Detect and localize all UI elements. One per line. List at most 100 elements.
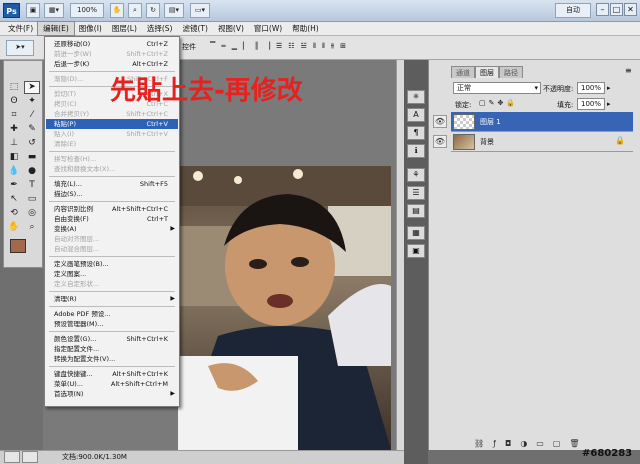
3d-orbit-tool-icon[interactable]: ◎ [24, 207, 40, 220]
crop-tool-icon[interactable]: ⌗ [6, 109, 22, 122]
opacity-input[interactable]: 100% [577, 82, 605, 94]
marquee-tool-icon[interactable]: ⬚ [6, 81, 22, 94]
menu-edit[interactable]: 编辑(E) [37, 21, 75, 36]
document-image[interactable] [178, 166, 391, 450]
document-thumbnail[interactable] [4, 451, 20, 463]
edit-menu-item[interactable]: 颜色设置(G)... Shift+Ctrl+K [46, 334, 178, 344]
lock-position-icon[interactable]: ✥ [498, 99, 504, 107]
dodge-tool-icon[interactable]: ● [24, 165, 40, 178]
menu-view[interactable]: 视图(V) [213, 22, 249, 35]
new-layer-icon[interactable]: ▢ [553, 438, 561, 450]
clone-stamp-tool-icon[interactable]: ⊥ [6, 137, 22, 150]
lock-transparency-icon[interactable]: ▢ [479, 99, 486, 107]
edit-menu-item[interactable]: 转换为配置文件(V)... [46, 354, 178, 364]
align-top-icon[interactable]: ▔ [210, 42, 215, 54]
paragraph-icon[interactable]: ℹ [407, 144, 425, 158]
actions-icon[interactable]: ▤ [407, 204, 425, 218]
blur-tool-icon[interactable]: 💧 [6, 165, 22, 178]
menu-layer[interactable]: 图层(L) [107, 22, 142, 35]
link-layers-icon[interactable]: ⛓ [474, 438, 484, 450]
foreground-color-swatch[interactable] [10, 239, 26, 253]
align-vcenter-icon[interactable]: ═ [221, 42, 225, 54]
notes-icon[interactable]: ▣ [407, 244, 425, 258]
edit-menu-item[interactable]: 菜单(U)... Alt+Shift+Ctrl+M [46, 379, 178, 389]
history-icon[interactable]: ☰ [407, 186, 425, 200]
rotate-view-icon[interactable]: ↻ [146, 3, 160, 18]
move-tool-icon[interactable]: ➤ [24, 81, 40, 94]
clone-source-icon[interactable]: ⚘ [407, 168, 425, 182]
edit-menu-item[interactable]: 内容识别比例 Alt+Shift+Ctrl+C [46, 204, 178, 214]
edit-menu-item[interactable]: 键盘快捷键... Alt+Shift+Ctrl+K [46, 369, 178, 379]
close-button[interactable]: ✕ [624, 3, 637, 16]
vertical-scrollbar[interactable] [396, 60, 404, 450]
hand-tool-icon[interactable]: ✋ [6, 221, 22, 234]
type-tool-icon[interactable]: T [24, 179, 40, 192]
group-icon[interactable]: ▭ [536, 438, 544, 450]
workspace-switcher[interactable]: 自动 [555, 3, 591, 18]
tab-channels[interactable]: 通道 [451, 66, 475, 78]
eraser-tool-icon[interactable]: ◧ [6, 151, 22, 164]
maximize-button[interactable]: □ [610, 3, 623, 16]
fill-input[interactable]: 100% [577, 98, 605, 110]
distribute-bottom-icon[interactable]: ☱ [301, 42, 307, 54]
tab-layers[interactable]: 图层 [475, 66, 499, 78]
history-brush-tool-icon[interactable]: ↺ [24, 137, 40, 150]
histogram-icon[interactable]: A [407, 108, 425, 122]
healing-brush-tool-icon[interactable]: ✚ [6, 123, 22, 136]
zoom-tool-icon[interactable]: ⌕ [128, 3, 142, 18]
hand-tool-icon[interactable]: ✋ [110, 3, 124, 18]
edit-menu-item[interactable]: 清理(R) ▶ [46, 294, 178, 304]
layer-row-layer1[interactable]: 👁 图层 1 [433, 112, 633, 132]
distribute-vcenter-icon[interactable]: ☷ [288, 42, 294, 54]
eye-icon[interactable]: 👁 [433, 135, 447, 148]
distribute-right-icon[interactable]: ⫵ [331, 42, 334, 54]
edit-menu-item[interactable]: 还原移动(O) Ctrl+Z [46, 39, 178, 49]
delete-layer-icon[interactable]: 🗑 [569, 438, 579, 450]
edit-menu-item[interactable]: 指定配置文件... [46, 344, 178, 354]
fill-slider-icon[interactable]: ▸ [607, 100, 611, 108]
align-right-icon[interactable]: ▕ [265, 42, 270, 54]
pen-tool-icon[interactable]: ✒ [6, 179, 22, 192]
shape-tool-icon[interactable]: ▭ [24, 193, 40, 206]
magic-wand-tool-icon[interactable]: ✦ [24, 95, 40, 108]
edit-menu-item[interactable]: 预设管理器(M)... [46, 319, 178, 329]
lock-pixels-icon[interactable]: ✎ [489, 99, 495, 107]
navigator-icon[interactable]: ✳ [407, 90, 425, 104]
layer-mask-icon[interactable]: ◘ [505, 438, 511, 450]
bridge-button[interactable]: ▣ [26, 3, 40, 18]
edit-menu-item[interactable]: 后退一步(K) Alt+Ctrl+Z [46, 59, 178, 69]
align-hcenter-icon[interactable]: ║ [254, 42, 258, 54]
arrange-documents-button[interactable]: ▤▾ [164, 3, 184, 18]
tab-paths[interactable]: 路径 [499, 66, 523, 78]
edit-menu-item[interactable]: 变换(A) ▶ [46, 224, 178, 234]
menu-filter[interactable]: 滤镜(T) [178, 22, 213, 35]
layer-row-background[interactable]: 👁 背景 🔒 [433, 132, 633, 152]
edit-menu-item[interactable]: 粘贴(P) Ctrl+V [46, 119, 178, 129]
info-icon[interactable]: ¶ [407, 126, 425, 140]
eyedropper-tool-icon[interactable]: ⁄ [24, 109, 40, 122]
edit-menu-item[interactable]: 定义画笔预设(B)... [46, 259, 178, 269]
eye-icon[interactable]: 👁 [433, 115, 447, 128]
layer-style-icon[interactable]: ƒ [493, 438, 496, 450]
adjustment-layer-icon[interactable]: ◑ [520, 438, 527, 450]
edit-menu-item[interactable]: 首选项(N) ▶ [46, 389, 178, 399]
edit-menu-item[interactable]: Adobe PDF 预设... [46, 309, 178, 319]
edit-menu-item[interactable]: 自由变换(F) Ctrl+T [46, 214, 178, 224]
lasso-tool-icon[interactable]: ʘ [6, 95, 22, 108]
zoom-tool-icon[interactable]: ⌕ [24, 221, 40, 234]
distribute-top-icon[interactable]: ☰ [276, 42, 282, 54]
tool-preset-picker[interactable]: ➤▾ [6, 40, 34, 56]
view-extras-button[interactable]: ▦▾ [44, 3, 64, 18]
menu-window[interactable]: 窗口(W) [249, 22, 287, 35]
document-info-toggle[interactable] [22, 451, 38, 463]
menu-file[interactable]: 文件(F) [3, 22, 38, 35]
brush-tool-icon[interactable]: ✎ [24, 123, 40, 136]
3d-rotate-tool-icon[interactable]: ⟲ [6, 207, 22, 220]
edit-menu-item[interactable]: 定义图案... [46, 269, 178, 279]
menu-image[interactable]: 图像(I) [74, 22, 107, 35]
screen-mode-button[interactable]: ▭▾ [190, 3, 210, 18]
edit-menu-item[interactable]: 填充(L)... Shift+F5 [46, 179, 178, 189]
path-selection-tool-icon[interactable]: ↖ [6, 193, 22, 206]
menu-help[interactable]: 帮助(H) [287, 22, 324, 35]
zoom-level-select[interactable]: 100% [70, 3, 104, 18]
